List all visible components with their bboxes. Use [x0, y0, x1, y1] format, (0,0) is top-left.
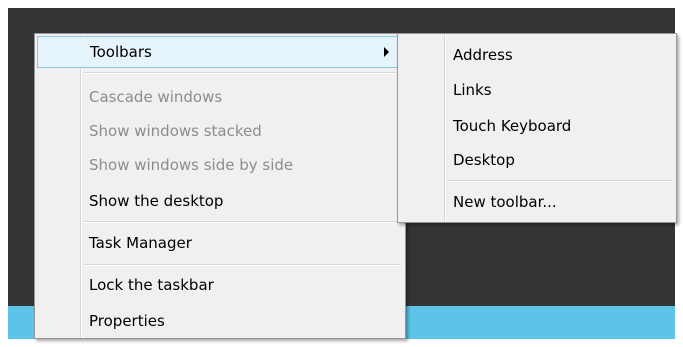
menu-item-show-the-desktop[interactable]: Show the desktop: [35, 184, 405, 218]
menu-item-label: Toolbars: [90, 43, 152, 61]
submenu-item-label: New toolbar...: [453, 193, 557, 211]
submenu-item-label: Address: [453, 46, 513, 64]
menu-item-label: Task Manager: [89, 234, 192, 252]
menu-item-task-manager[interactable]: Task Manager: [35, 226, 405, 260]
toolbars-submenu: Address Links Touch Keyboard Desktop New…: [397, 33, 677, 223]
submenu-item-touch-keyboard[interactable]: Touch Keyboard: [398, 109, 676, 143]
chevron-right-icon: [384, 47, 389, 57]
menu-separator: [447, 180, 672, 182]
menu-separator: [83, 72, 401, 74]
menu-item-lock-the-taskbar[interactable]: Lock the taskbar: [35, 268, 405, 302]
submenu-item-label: Links: [453, 81, 492, 99]
menu-item-show-windows-stacked: Show windows stacked: [35, 114, 405, 148]
menu-item-label: Show the desktop: [89, 192, 224, 210]
menu-item-show-windows-side-by-side: Show windows side by side: [35, 148, 405, 182]
menu-item-label: Properties: [89, 312, 165, 330]
submenu-item-new-toolbar[interactable]: New toolbar...: [398, 185, 676, 219]
menu-item-label: Lock the taskbar: [89, 276, 214, 294]
submenu-item-desktop[interactable]: Desktop: [398, 143, 676, 177]
menu-item-toolbars[interactable]: Toolbars: [37, 36, 403, 68]
menu-separator: [83, 221, 401, 223]
menu-item-label: Show windows side by side: [89, 156, 294, 174]
menu-item-cascade-windows: Cascade windows: [35, 80, 405, 114]
submenu-item-label: Desktop: [453, 151, 515, 169]
menu-item-label: Show windows stacked: [89, 122, 262, 140]
submenu-item-links[interactable]: Links: [398, 73, 676, 107]
menu-item-properties[interactable]: Properties: [35, 304, 405, 338]
taskbar-context-menu: Toolbars Cascade windows Show windows st…: [34, 33, 406, 339]
submenu-item-label: Touch Keyboard: [453, 117, 572, 135]
menu-separator: [83, 264, 401, 266]
submenu-item-address[interactable]: Address: [398, 38, 676, 72]
menu-item-label: Cascade windows: [89, 88, 223, 106]
